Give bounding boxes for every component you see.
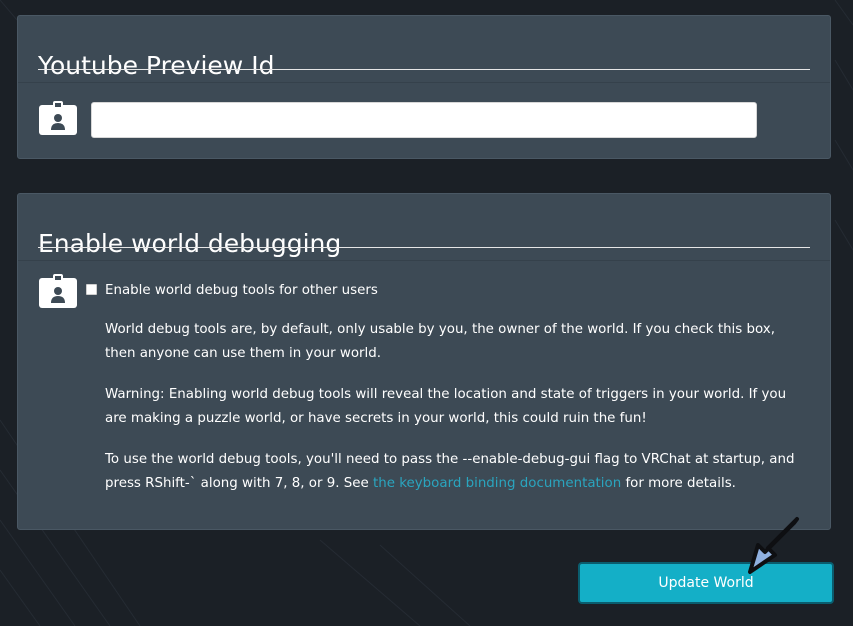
id-badge-icon	[39, 101, 77, 135]
world-debugging-panel: Enable world debugging Enable world debu…	[17, 193, 831, 530]
youtube-preview-panel: Youtube Preview Id	[17, 15, 831, 159]
youtube-preview-title: Youtube Preview Id	[38, 50, 275, 80]
debug-description-ownership: World debug tools are, by default, only …	[105, 322, 775, 361]
debug-description-usage: To use the world debug tools, you'll nee…	[105, 448, 795, 496]
world-debugging-header: Enable world debugging	[18, 194, 830, 261]
usage-text-after: for more details.	[621, 476, 736, 491]
debug-description-warning: Warning: Enabling world debug tools will…	[105, 387, 787, 426]
youtube-preview-header: Youtube Preview Id	[18, 16, 830, 83]
title-divider	[38, 247, 810, 248]
youtube-preview-id-input[interactable]	[91, 102, 757, 138]
enable-debug-tools-label[interactable]: Enable world debug tools for other users	[105, 283, 378, 298]
enable-debug-tools-checkbox[interactable]	[86, 284, 97, 295]
keyboard-binding-docs-link[interactable]: the keyboard binding documentation	[373, 476, 621, 491]
title-divider	[38, 69, 810, 70]
update-world-button[interactable]: Update World	[578, 562, 834, 604]
world-debugging-title: Enable world debugging	[38, 228, 342, 258]
id-badge-icon	[39, 274, 77, 308]
